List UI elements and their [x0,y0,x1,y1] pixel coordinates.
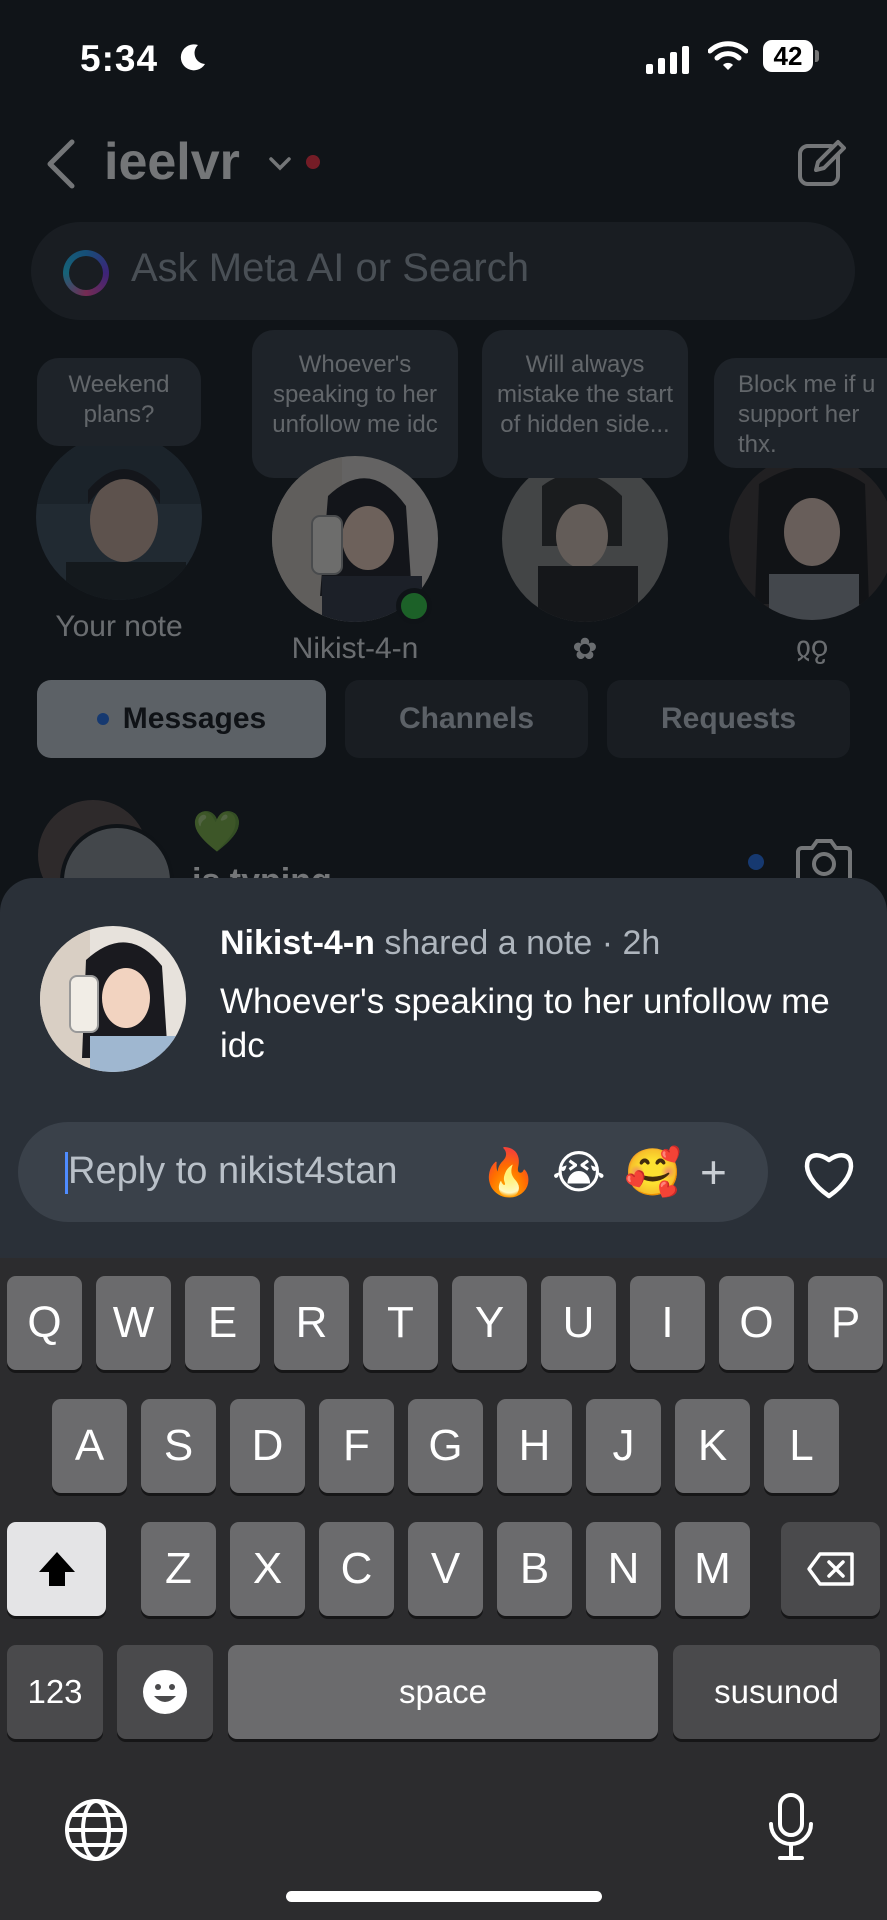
return-key[interactable]: susunod [673,1645,880,1739]
note-bubble: Block me if u support her thx. [714,358,887,468]
crying-reaction-button[interactable]: 😭 [552,1146,606,1198]
unread-dot [96,713,109,725]
key-k[interactable]: K [675,1399,750,1493]
heart-emoji: 💚 [192,810,242,854]
shift-key[interactable] [7,1522,106,1616]
key-b[interactable]: B [497,1522,572,1616]
status-bar: 5:34 42 [0,0,887,115]
note-text: Whoever's speaking to her unfollow me id… [220,982,830,1065]
note-bubble: Weekend plans? [37,358,201,446]
avatar [36,434,202,600]
heart-icon[interactable] [800,1148,858,1200]
account-username[interactable]: ieelvr [104,132,240,192]
love-reaction-button[interactable]: 🥰 [624,1146,681,1198]
key-c[interactable]: C [319,1522,394,1616]
key-x[interactable]: X [230,1522,305,1616]
note-bubble: Will always mistake the start of hidden … [482,330,688,478]
shift-icon [38,1552,75,1586]
key-l[interactable]: L [764,1399,839,1493]
numbers-key[interactable]: 123 [7,1645,103,1739]
wifi-icon [708,41,748,70]
note-label: ჲჹ [795,631,829,664]
note-meta: shared a note · 2h [374,924,661,962]
note-label: ✿ [572,633,598,666]
tab-label: Messages [122,702,267,735]
reply-input[interactable]: Reply to nikist4stan 🔥 😭 🥰 + [18,1122,768,1222]
key-m[interactable]: M [675,1522,750,1616]
key-y[interactable]: Y [452,1276,527,1370]
backspace-icon [806,1552,854,1586]
avatar [502,456,668,622]
key-a[interactable]: A [52,1399,127,1493]
key-z[interactable]: Z [141,1522,216,1616]
tab-messages[interactable]: Messages [37,680,326,758]
key-f[interactable]: F [319,1399,394,1493]
note-author-avatar[interactable] [40,926,186,1072]
avatar [729,454,887,620]
back-icon[interactable] [44,138,78,190]
note-item[interactable]: Block me if u support her thx. ჲჹ [712,358,887,665]
chevron-down-icon[interactable] [268,156,292,172]
key-p[interactable]: P [808,1276,883,1370]
key-v[interactable]: V [408,1522,483,1616]
note-label: Nikist-4-n [291,632,419,665]
fire-reaction-button[interactable]: 🔥 [480,1146,537,1198]
signal-icon [646,46,689,74]
note-author-name[interactable]: Nikist-4-n [220,924,375,962]
tab-label: Requests [660,702,797,735]
note-item[interactable]: Weekend plans? Your note [34,358,204,644]
key-o[interactable]: O [719,1276,794,1370]
reply-placeholder: Reply to nikist4stan [68,1150,398,1192]
tab-label: Channels [398,702,535,735]
unread-dot [748,854,764,870]
key-h[interactable]: H [497,1399,572,1493]
key-s[interactable]: S [141,1399,216,1493]
unread-dot [306,155,320,169]
note-label: Your note [55,610,183,643]
note-header: Nikist-4-n shared a note · 2h [220,924,660,963]
home-indicator [286,1891,602,1902]
key-t[interactable]: T [363,1276,438,1370]
key-w[interactable]: W [96,1276,171,1370]
key-u[interactable]: U [541,1276,616,1370]
space-key[interactable]: space [228,1645,658,1739]
key-r[interactable]: R [274,1276,349,1370]
status-time: 5:34 [80,38,159,79]
key-n[interactable]: N [586,1522,661,1616]
online-status-dot [396,588,432,624]
meta-ai-icon [63,250,109,296]
compose-icon[interactable] [796,138,848,190]
emoji-key[interactable] [117,1645,213,1739]
keyboard: Q W E R T Y U I O P A S D F G H J K L Z … [0,1258,887,1920]
key-j[interactable]: J [586,1399,661,1493]
key-i[interactable]: I [630,1276,705,1370]
emoji-icon [143,1670,187,1714]
battery-tip [815,50,819,62]
note-item[interactable]: Will always mistake the start of hidden … [480,330,690,667]
moon-icon [180,44,205,71]
key-q[interactable]: Q [7,1276,82,1370]
tab-requests[interactable]: Requests [607,680,850,758]
add-reaction-button[interactable]: + [700,1146,727,1198]
key-d[interactable]: D [230,1399,305,1493]
key-g[interactable]: G [408,1399,483,1493]
key-e[interactable]: E [185,1276,260,1370]
battery-indicator: 42 [763,40,813,72]
note-item[interactable]: Whoever's speaking to her unfollow me id… [250,330,460,666]
globe-icon[interactable] [64,1798,128,1862]
search-placeholder: Ask Meta AI or Search [131,246,529,290]
microphone-icon[interactable] [766,1792,816,1864]
camera-icon[interactable] [796,836,852,884]
backspace-key[interactable] [781,1522,880,1616]
search-bar[interactable]: Ask Meta AI or Search [31,222,855,320]
tab-channels[interactable]: Channels [345,680,588,758]
